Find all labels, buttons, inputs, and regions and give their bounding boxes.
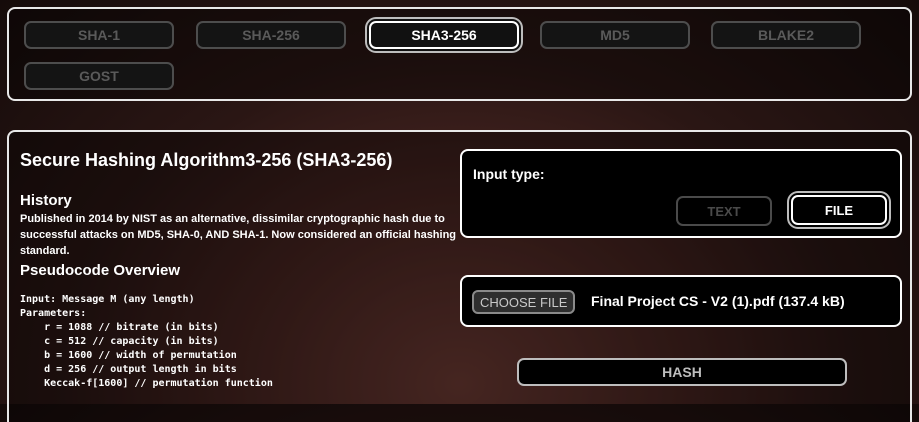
pseudocode-block: Input: Message M (any length) Parameters… bbox=[20, 294, 273, 389]
algorithm-title: Secure Hashing Algorithm3-256 (SHA3-256) bbox=[20, 150, 393, 170]
algo-button-sha256[interactable]: SHA-256 bbox=[196, 21, 346, 49]
algo-button-sha1[interactable]: SHA-1 bbox=[24, 21, 174, 49]
history-text: Published in 2014 by NIST as an alternat… bbox=[20, 213, 457, 257]
selected-file-name: Final Project CS - V2 (1).pdf (137.4 kB) bbox=[591, 293, 845, 309]
input-type-label: Input type: bbox=[473, 166, 545, 182]
pseudocode-heading: Pseudocode Overview bbox=[20, 262, 181, 279]
algo-button-blake2[interactable]: BLAKE2 bbox=[711, 21, 861, 49]
text-input-button[interactable]: TEXT bbox=[676, 196, 772, 226]
algo-button-sha3-256[interactable]: SHA3-256 bbox=[369, 21, 519, 49]
main-panel: Secure Hashing Algorithm3-256 (SHA3-256)… bbox=[7, 130, 912, 422]
hash-button[interactable]: HASH bbox=[517, 358, 847, 386]
file-picker-box: CHOOSE FILE Final Project CS - V2 (1).pd… bbox=[460, 275, 902, 327]
input-type-box: Input type: TEXT FILE bbox=[460, 149, 902, 238]
algo-button-gost[interactable]: GOST bbox=[24, 62, 174, 90]
algorithm-selector-panel: SHA-1 SHA-256 SHA3-256 MD5 BLAKE2 GOST bbox=[7, 7, 912, 101]
choose-file-button[interactable]: CHOOSE FILE bbox=[472, 290, 576, 314]
algo-button-md5[interactable]: MD5 bbox=[540, 21, 690, 49]
history-heading: History bbox=[20, 192, 72, 209]
file-input-button[interactable]: FILE bbox=[791, 195, 887, 225]
